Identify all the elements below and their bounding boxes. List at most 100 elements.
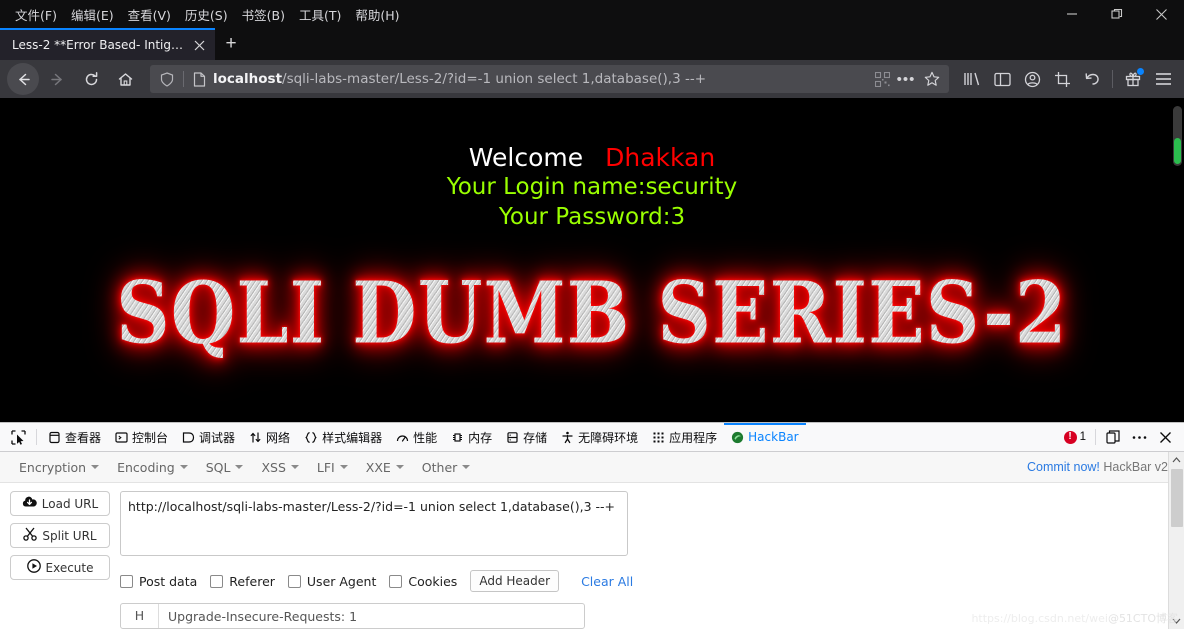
url-bar[interactable]: localhost/sqli-labs-master/Less-2/?id=-1… (150, 65, 949, 93)
load-url-button[interactable]: Load URL (10, 491, 110, 516)
element-picker-icon[interactable] (4, 425, 32, 449)
more-options-icon[interactable] (1126, 425, 1152, 449)
execute-button[interactable]: Execute (10, 555, 110, 580)
hackbar-menu-lfi[interactable]: LFI (308, 456, 357, 479)
forward-icon[interactable] (41, 63, 73, 95)
dock-icon[interactable] (1100, 425, 1126, 449)
page-scrollbar-thumb[interactable] (1174, 138, 1181, 164)
close-icon[interactable] (1139, 0, 1184, 28)
devtools-tab-label: 网络 (266, 430, 291, 445)
bookmark-star-icon[interactable] (919, 71, 945, 87)
hackbar-menu-encoding[interactable]: Encoding (108, 456, 197, 479)
hamburger-menu-icon[interactable] (1148, 64, 1178, 94)
menu-edit[interactable]: 编辑(E) (64, 3, 121, 26)
devtools-tab-hackbar[interactable]: HackBar (724, 423, 805, 452)
account-icon[interactable] (1017, 64, 1047, 94)
devtools-scrollbar-thumb[interactable] (1170, 469, 1183, 527)
devtools-tab-label: 性能 (413, 430, 438, 445)
checkbox-label: User Agent (306, 573, 377, 589)
chevron-down-icon (395, 465, 404, 469)
hackbar-menu-encryption[interactable]: Encryption (10, 456, 108, 479)
referer-checkbox[interactable]: Referer (210, 574, 275, 589)
qr-code-icon[interactable] (871, 68, 893, 90)
split-url-label: Split URL (42, 528, 97, 543)
close-devtools-icon[interactable] (1152, 425, 1178, 449)
application-menu-bar: 文件(F) 编辑(E) 查看(V) 历史(S) 书签(B) 工具(T) 帮助(H… (0, 0, 1184, 28)
devtools-right-divider (1095, 429, 1096, 445)
post-data-checkbox[interactable]: Post data (120, 574, 197, 589)
split-url-button[interactable]: Split URL (10, 523, 110, 548)
gift-badge (1137, 68, 1144, 75)
devtools-scrollbar[interactable] (1168, 452, 1184, 629)
welcome-prefix: Welcome (468, 143, 584, 172)
hackbar-menu-bar: Encryption Encoding SQL XSS LFI XXE Othe… (0, 452, 1184, 483)
new-tab-button[interactable]: + (215, 28, 247, 60)
hackbar-menu-label: XXE (365, 459, 391, 475)
menu-tools[interactable]: 工具(T) (292, 3, 348, 26)
hackbar-menu-sql[interactable]: SQL (197, 456, 253, 479)
checkbox-box[interactable] (287, 574, 301, 588)
clear-all-link[interactable]: Clear All (581, 574, 633, 589)
devtools-tab-storage[interactable]: 存储 (499, 423, 554, 452)
hackbar-menu-xss[interactable]: XSS (252, 456, 307, 479)
hackbar-options-row: Post data Referer User Agent Cookies Add… (120, 570, 1184, 592)
menu-view[interactable]: 查看(V) (121, 3, 178, 26)
shield-icon[interactable] (154, 71, 180, 87)
devtools-tab-style-editor[interactable]: 样式编辑器 (297, 423, 389, 452)
devtools-tab-accessibility[interactable]: 无障碍环境 (554, 423, 645, 452)
devtools-scrollbar-track[interactable] (1169, 528, 1184, 613)
devtools-tab-network[interactable]: 网络 (242, 423, 297, 452)
devtools-tab-memory[interactable]: 内存 (444, 423, 499, 452)
page-icon[interactable] (187, 71, 211, 87)
menu-bookmarks[interactable]: 书签(B) (235, 3, 292, 26)
undo-icon[interactable] (1077, 64, 1107, 94)
gift-icon[interactable] (1118, 64, 1148, 94)
scroll-down-arrow[interactable] (1169, 613, 1184, 629)
tab-close-icon[interactable] (189, 35, 209, 55)
page-content: Welcome Dhakkan Your Login name:security … (0, 98, 1184, 422)
sidebar-icon[interactable] (987, 64, 1017, 94)
scroll-up-arrow[interactable] (1169, 452, 1184, 468)
hackbar-menu-other[interactable]: Other (413, 456, 480, 479)
checkbox-box[interactable] (389, 574, 403, 588)
hackbar-menu-xxe[interactable]: XXE (357, 456, 413, 479)
page-actions-icon[interactable]: ••• (893, 71, 919, 88)
browser-tab[interactable]: Less-2 **Error Based- Intiger** (0, 28, 215, 60)
add-header-button[interactable]: Add Header (470, 570, 560, 592)
devtools-tab-performance[interactable]: 性能 (389, 423, 444, 452)
devtools-tab-console[interactable]: 控制台 (108, 423, 175, 452)
error-icon: ! (1063, 430, 1077, 444)
url-divider (183, 71, 184, 87)
back-icon[interactable] (7, 63, 39, 95)
url-text[interactable]: localhost/sqli-labs-master/Less-2/?id=-1… (211, 71, 871, 87)
menu-file[interactable]: 文件(F) (8, 3, 64, 26)
minimize-icon[interactable] (1049, 0, 1094, 28)
url-textarea[interactable]: http://localhost/sqli-labs-master/Less-2… (120, 491, 628, 556)
header-value[interactable]: Upgrade-Insecure-Requests: 1 (159, 609, 357, 624)
screenshot-icon[interactable] (1047, 64, 1077, 94)
cookies-checkbox[interactable]: Cookies (389, 574, 457, 589)
checkbox-box[interactable] (210, 574, 224, 588)
library-icon[interactable] (957, 64, 987, 94)
welcome-name: Dhakkan (605, 143, 716, 172)
restore-icon[interactable] (1094, 0, 1139, 28)
checkbox-box[interactable] (120, 574, 133, 588)
hackbar-menu-label: Encoding (117, 459, 175, 475)
tab-strip: Less-2 **Error Based- Intiger** + (0, 28, 1184, 60)
commit-now-link[interactable]: Commit now! (1027, 460, 1100, 474)
memory-icon (451, 431, 464, 444)
user-agent-checkbox[interactable]: User Agent (287, 573, 377, 589)
home-icon[interactable] (109, 63, 141, 95)
hackbar-panel: Encryption Encoding SQL XSS LFI XXE Othe… (0, 452, 1184, 629)
header-row[interactable]: H Upgrade-Insecure-Requests: 1 (120, 603, 585, 629)
hackbar-icon (731, 431, 744, 444)
menu-help[interactable]: 帮助(H) (348, 3, 406, 26)
hackbar-menu-label: SQL (205, 459, 231, 475)
devtools-tab-application[interactable]: 应用程序 (645, 423, 724, 452)
devtools-tab-inspector[interactable]: 查看器 (41, 423, 108, 452)
page-scrollbar[interactable] (1173, 106, 1182, 166)
error-badge[interactable]: ! 1 (1059, 430, 1091, 444)
devtools-tab-debugger[interactable]: 调试器 (175, 423, 242, 452)
reload-icon[interactable] (75, 63, 107, 95)
menu-history[interactable]: 历史(S) (178, 3, 235, 26)
